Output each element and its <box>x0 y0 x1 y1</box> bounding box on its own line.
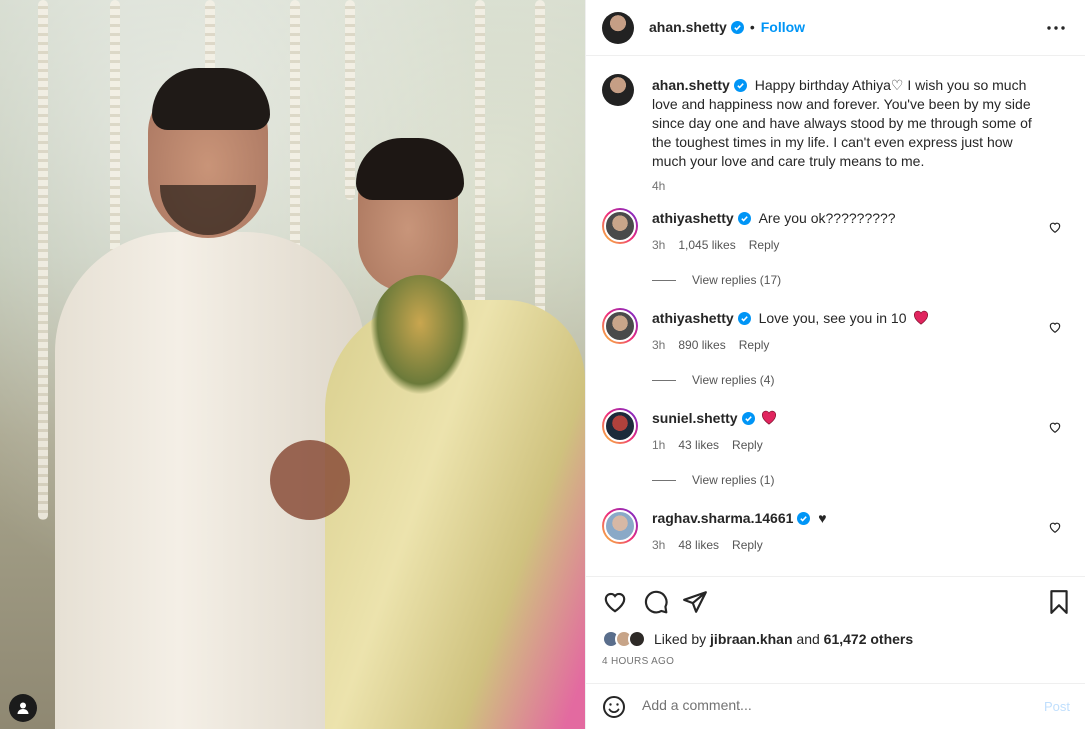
comment-item: athiyashetty Love you, see you in 10 3h … <box>602 308 1072 398</box>
caption-timestamp[interactable]: 4h <box>652 177 1047 196</box>
comment-likes[interactable]: 48 likes <box>678 538 719 552</box>
like-comment-heart-icon[interactable] <box>1048 220 1062 234</box>
comment-item: raghav.sharma.14661 ♥ 3h 48 likes Reply <box>602 508 1072 568</box>
comment-meta: 3h 890 likes Reply <box>652 338 769 352</box>
post-timestamp[interactable]: 4 HOURS AGO <box>602 656 674 667</box>
save-bookmark-icon[interactable] <box>1046 589 1072 615</box>
comment-item: athiyashetty Are you ok????????? 3h 1,04… <box>602 208 1072 298</box>
view-replies-line <box>652 279 676 281</box>
like-comment-heart-icon[interactable] <box>1048 420 1062 434</box>
comment-meta: 1h 43 likes Reply <box>652 438 763 452</box>
comment-meta: 3h 48 likes Reply <box>652 538 763 552</box>
commenter-username[interactable]: suniel.shetty <box>652 410 738 426</box>
author-avatar[interactable] <box>602 12 634 44</box>
photo-garland <box>475 0 485 330</box>
commenter-avatar[interactable] <box>602 208 638 244</box>
like-comment-heart-icon[interactable] <box>1048 520 1062 534</box>
comment-body: suniel.shetty <box>652 410 1012 426</box>
comment-time[interactable]: 3h <box>652 338 665 352</box>
post-header: ahan.shetty • Follow <box>586 0 1085 56</box>
comment-text: Are you ok????????? <box>758 210 896 226</box>
verified-badge-icon <box>741 412 755 425</box>
comment-input[interactable] <box>642 697 1012 713</box>
likes-count[interactable]: 61,472 others <box>824 631 914 647</box>
reply-button[interactable]: Reply <box>732 438 763 452</box>
photo-necklace <box>370 275 470 395</box>
red-heart-emoji-icon <box>762 410 777 425</box>
comment-time[interactable]: 3h <box>652 238 665 252</box>
likes-and: and <box>796 631 820 647</box>
comment-likes[interactable]: 43 likes <box>678 438 719 452</box>
liker-avatars <box>602 630 646 648</box>
verified-badge-icon <box>797 512 811 525</box>
like-comment-heart-icon[interactable] <box>1048 320 1062 334</box>
commenter-username[interactable]: athiyashetty <box>652 310 734 326</box>
like-heart-icon[interactable] <box>602 589 628 615</box>
add-comment-bar: Post <box>586 683 1085 729</box>
comment-text: ♥ <box>818 510 827 526</box>
commenter-username[interactable]: raghav.sharma.14661 <box>652 510 793 526</box>
share-paper-plane-icon[interactable] <box>682 589 708 615</box>
post-comment-button[interactable]: Post <box>1044 699 1070 714</box>
likes-text: Liked by jibraan.khan and 61,472 others <box>654 631 913 647</box>
verified-badge-icon <box>737 312 751 325</box>
comment-body: raghav.sharma.14661 ♥ <box>652 510 1012 526</box>
reply-button[interactable]: Reply <box>732 538 763 552</box>
comment-body: athiyashetty Are you ok????????? <box>652 210 1012 226</box>
red-heart-emoji-icon <box>914 310 929 325</box>
commenter-avatar[interactable] <box>602 508 638 544</box>
comment-body: athiyashetty Love you, see you in 10 <box>652 310 1012 326</box>
post-photo[interactable] <box>0 0 585 729</box>
comment-meta: 3h 1,045 likes Reply <box>652 238 779 252</box>
separator-dot: • <box>749 19 755 35</box>
more-options-icon[interactable] <box>1044 18 1068 38</box>
view-replies-button[interactable]: View replies (1) <box>652 473 774 487</box>
author-username[interactable]: ahan.shetty <box>649 19 727 35</box>
follow-button[interactable]: Follow <box>761 19 805 35</box>
photo-hand <box>270 440 350 520</box>
view-replies-button[interactable]: View replies (4) <box>652 373 774 387</box>
comment-likes[interactable]: 1,045 likes <box>678 238 735 252</box>
verified-badge-icon <box>730 20 744 34</box>
view-replies-button[interactable]: View replies (17) <box>652 273 781 287</box>
post-actions-bar <box>586 576 1085 626</box>
liker-username[interactable]: jibraan.khan <box>710 631 792 647</box>
caption-body: ahan.shetty Happy birthday Athiya♡ I wis… <box>652 76 1047 196</box>
view-replies-label: View replies (4) <box>692 373 775 387</box>
verified-badge-icon <box>733 79 747 92</box>
caption-username[interactable]: ahan.shetty <box>652 77 730 93</box>
reply-button[interactable]: Reply <box>739 338 770 352</box>
comment-time[interactable]: 1h <box>652 438 665 452</box>
caption-author-avatar[interactable] <box>602 74 634 106</box>
photo-man-hair <box>152 68 270 130</box>
comment-likes[interactable]: 890 likes <box>678 338 725 352</box>
likes-prefix: Liked by <box>654 631 707 647</box>
likes-summary: Liked by jibraan.khan and 61,472 others <box>602 630 913 648</box>
post-detail-panel: ahan.shetty • Follow ahan.shetty Happy b… <box>585 0 1085 729</box>
verified-badge-icon <box>737 212 751 225</box>
view-replies-line <box>652 479 676 481</box>
comment-text: Love you, see you in 10 <box>758 310 907 326</box>
comment-item: suniel.shetty 1h 43 likes Reply View rep… <box>602 408 1072 498</box>
header-user-block: ahan.shetty • Follow <box>649 19 805 35</box>
commenter-avatar[interactable] <box>602 408 638 444</box>
reply-button[interactable]: Reply <box>749 238 780 252</box>
commenter-username[interactable]: athiyashetty <box>652 210 734 226</box>
tagged-user-icon[interactable] <box>9 694 37 722</box>
photo-garland <box>345 0 355 200</box>
commenter-avatar[interactable] <box>602 308 638 344</box>
liker-avatar <box>628 630 646 648</box>
view-replies-line <box>652 379 676 381</box>
comment-time[interactable]: 3h <box>652 538 665 552</box>
emoji-smiley-icon[interactable] <box>602 695 626 719</box>
view-replies-label: View replies (17) <box>692 273 782 287</box>
view-replies-label: View replies (1) <box>692 473 775 487</box>
photo-garland <box>38 0 48 520</box>
comment-bubble-icon[interactable] <box>643 589 669 615</box>
